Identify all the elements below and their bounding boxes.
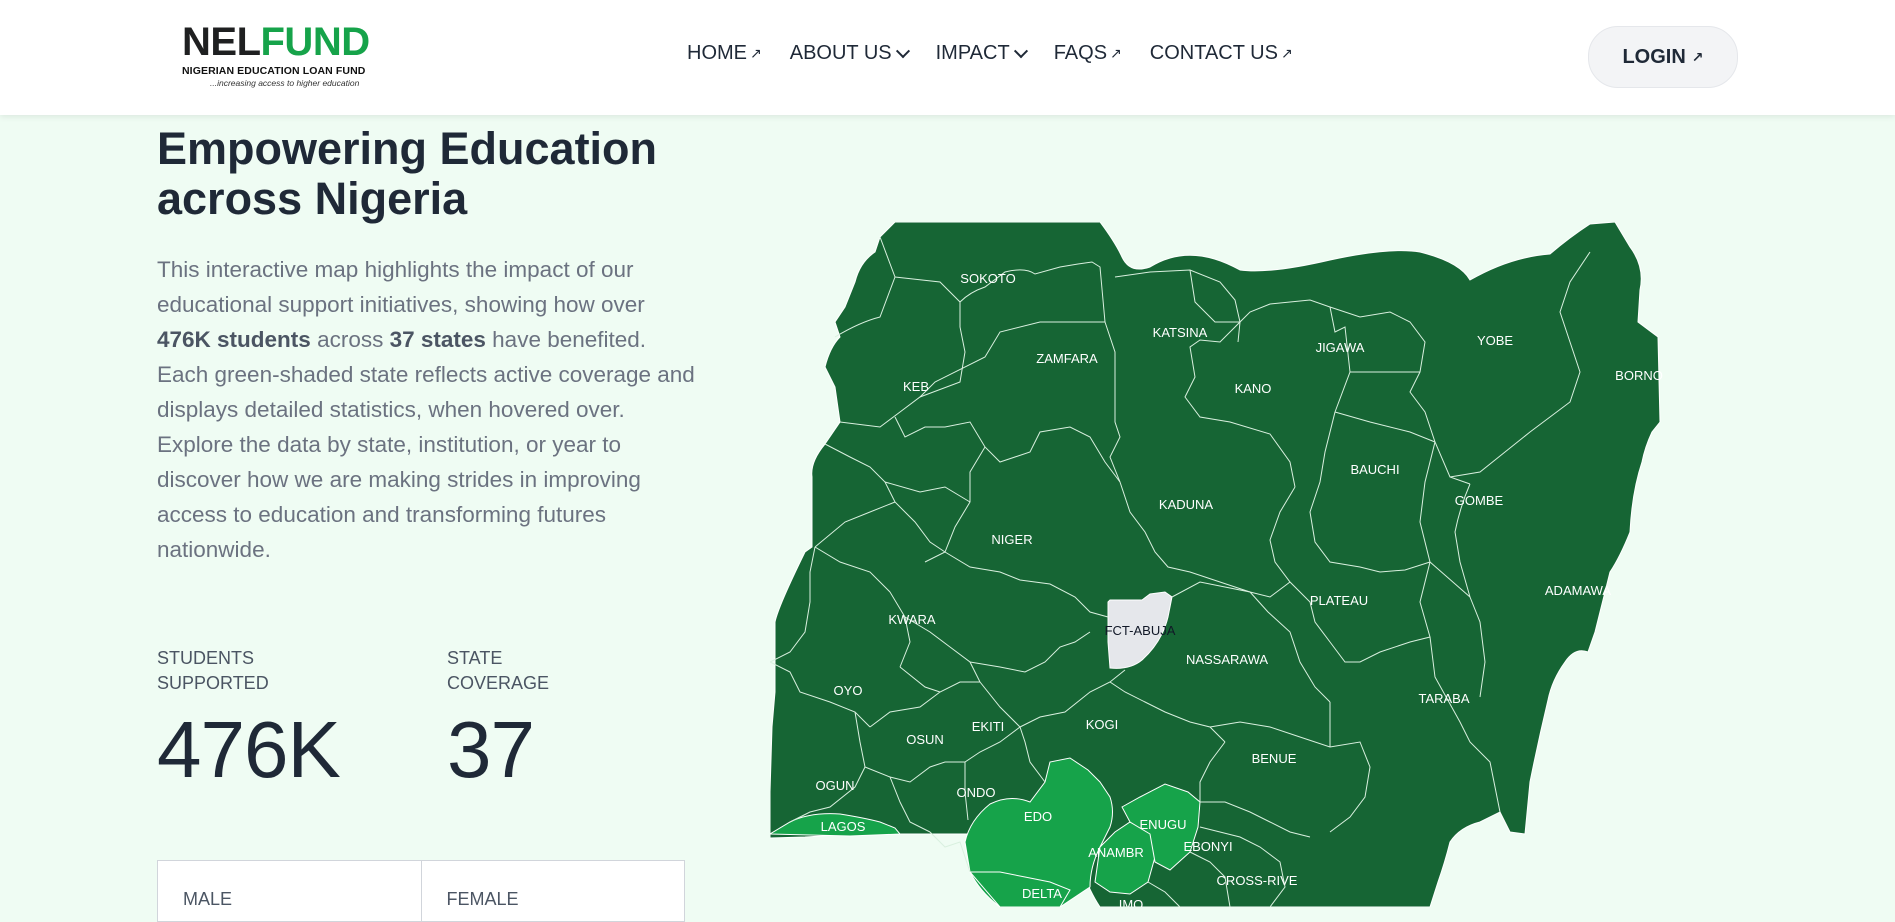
login-button[interactable]: LOGIN ↗ <box>1588 26 1738 88</box>
students-supported-value: 476K <box>157 705 341 794</box>
state-label-sokoto[interactable]: SOKOTO <box>960 271 1015 286</box>
desc-part-3: have benefited. Each green-shaded state … <box>157 327 695 562</box>
state-label-edo[interactable]: EDO <box>1024 809 1052 824</box>
state-label-jigawa[interactable]: JIGAWA <box>1316 340 1365 355</box>
nav-impact[interactable]: IMPACT <box>935 42 1028 65</box>
state-label-enugu[interactable]: ENUGU <box>1140 817 1187 832</box>
site-header: NELFUND NIGERIAN EDUCATION LOAN FUND ...… <box>0 0 1895 115</box>
desc-states-highlight: 37 states <box>389 327 486 352</box>
nav-contact-us-label: CONTACT US <box>1149 42 1278 64</box>
state-label-ebonyi[interactable]: EBONYI <box>1183 839 1232 854</box>
logo-word-nel: NEL <box>182 20 261 64</box>
state-label-lagos[interactable]: LAGOS <box>821 819 866 834</box>
state-label-ekiti[interactable]: EKITI <box>972 719 1005 734</box>
state-label-kwara[interactable]: KWARA <box>888 612 936 627</box>
state-label-plateau[interactable]: PLATEAU <box>1310 593 1368 608</box>
nav-home[interactable]: HOME ↗ <box>687 42 762 65</box>
nigeria-outline <box>770 222 1661 907</box>
chevron-down-icon <box>895 43 910 58</box>
nav-faqs[interactable]: FAQS ↗ <box>1054 42 1122 65</box>
state-label-delta[interactable]: DELTA <box>1022 886 1062 901</box>
state-label-imo[interactable]: IMO <box>1119 897 1144 907</box>
state-label-gombe[interactable]: GOMBE <box>1455 493 1504 508</box>
main-nav: HOME ↗ ABOUT US IMPACT FAQS ↗ CONTACT US… <box>687 42 1321 65</box>
desc-students-highlight: 476K students <box>157 327 311 352</box>
female-label: FEMALE <box>446 889 519 909</box>
nav-contact-us[interactable]: CONTACT US ↗ <box>1150 42 1293 65</box>
arrow-up-right-icon: ↗ <box>750 45 762 61</box>
male-label: MALE <box>183 889 233 909</box>
nav-impact-label: IMPACT <box>935 42 1010 64</box>
desc-part-2: across <box>310 327 390 352</box>
nigeria-states-map: SOKOTO ZAMFARA KATSINA JIGAWA YOBE BORNO… <box>770 222 1663 907</box>
state-label-kogi[interactable]: KOGI <box>1086 717 1119 732</box>
logo-subtitle: NIGERIAN EDUCATION LOAN FUND <box>182 65 366 77</box>
state-label-yobe[interactable]: YOBE <box>1477 333 1513 348</box>
arrow-up-right-icon: ↗ <box>1691 48 1704 65</box>
nav-about-us-label: ABOUT US <box>789 42 892 64</box>
state-label-bauchi[interactable]: BAUCHI <box>1350 462 1399 477</box>
desc-part-1: This interactive map highlights the impa… <box>157 257 645 317</box>
chevron-down-icon <box>1013 43 1028 58</box>
state-coverage-value: 37 <box>447 705 535 794</box>
page-title: Empowering Education across Nigeria <box>157 123 658 224</box>
nav-home-label: HOME <box>687 42 747 64</box>
state-label-oyo[interactable]: OYO <box>834 683 863 698</box>
state-label-kano[interactable]: KANO <box>1235 381 1272 396</box>
state-label-kaduna[interactable]: KADUNA <box>1159 497 1214 512</box>
state-label-borno[interactable]: BORNO <box>1615 368 1663 383</box>
state-label-kebbi[interactable]: KEB <box>903 379 929 394</box>
state-label-cross-river[interactable]: CROSS-RIVE <box>1217 873 1298 888</box>
state-label-zamfara[interactable]: ZAMFARA <box>1036 351 1098 366</box>
state-label-katsina[interactable]: KATSINA <box>1153 325 1208 340</box>
state-label-benue[interactable]: BENUE <box>1252 751 1297 766</box>
arrow-up-right-icon: ↗ <box>1110 45 1122 61</box>
state-label-niger[interactable]: NIGER <box>991 532 1032 547</box>
logo-tagline: ...increasing access to higher education <box>210 78 360 88</box>
state-label-osun[interactable]: OSUN <box>906 732 944 747</box>
state-label-taraba[interactable]: TARABA <box>1418 691 1469 706</box>
nav-about-us[interactable]: ABOUT US <box>789 42 910 65</box>
login-label: LOGIN <box>1622 45 1686 68</box>
arrow-up-right-icon: ↗ <box>1280 45 1293 61</box>
state-label-fct-abuja[interactable]: FCT-ABUJA <box>1105 623 1176 638</box>
male-cell: MALE <box>158 861 421 921</box>
state-label-ogun[interactable]: OGUN <box>816 778 855 793</box>
nav-faqs-label: FAQS <box>1053 42 1108 64</box>
state-coverage-stat: STATE COVERAGE 37 <box>447 646 587 790</box>
female-cell: FEMALE <box>420 861 685 921</box>
nelfund-logo[interactable]: NELFUND NIGERIAN EDUCATION LOAN FUND ...… <box>182 22 402 92</box>
hero-description: This interactive map highlights the impa… <box>157 252 697 567</box>
state-label-nassarawa[interactable]: NASSARAWA <box>1186 652 1268 667</box>
state-coverage-label: STATE COVERAGE <box>447 648 550 693</box>
state-label-anambra[interactable]: ANAMBR <box>1088 845 1144 860</box>
state-label-adamawa[interactable]: ADAMAWA <box>1545 583 1612 598</box>
students-supported-stat: STUDENTS SUPPORTED 476K <box>157 646 341 794</box>
gender-breakdown-card: MALE FEMALE <box>157 860 685 922</box>
state-label-ondo[interactable]: ONDO <box>957 785 996 800</box>
logo-word-fund: FUND <box>260 20 371 64</box>
logo-wordmark: NELFUND <box>182 22 402 62</box>
students-supported-label: STUDENTS SUPPORTED <box>157 648 269 693</box>
